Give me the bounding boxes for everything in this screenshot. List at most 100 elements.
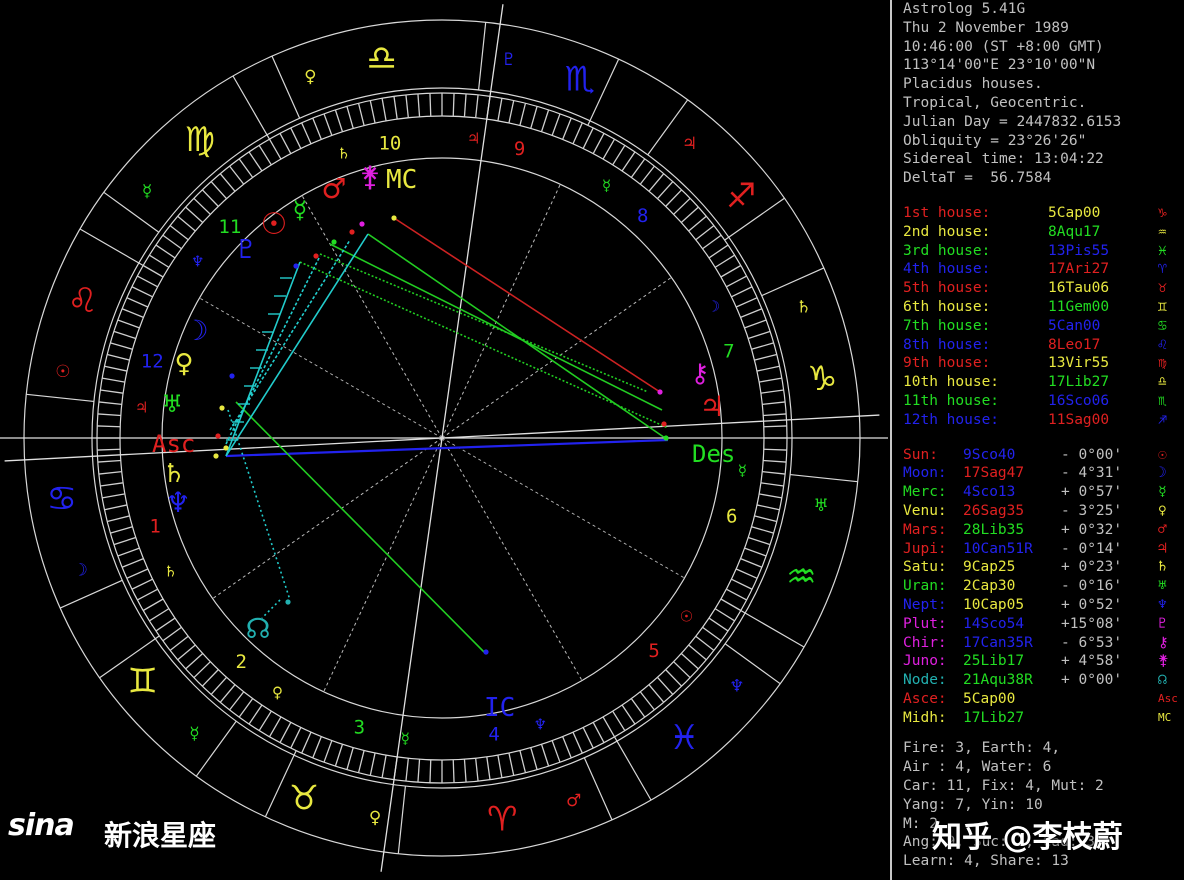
- degree-tick: [121, 308, 144, 318]
- planet-glyph-icon: ♅: [1158, 578, 1167, 595]
- planet-glyph-icon: ♂: [1158, 521, 1167, 538]
- degree-tick: [97, 459, 121, 463]
- house-row: 7th house: 5Can00 ♋: [903, 317, 1184, 336]
- planet-position: 10Cap05: [963, 596, 1025, 613]
- house-label: 4th house:: [903, 261, 991, 278]
- degree-tick: [142, 598, 164, 612]
- degree-tick: [162, 234, 182, 250]
- degree-tick: [121, 558, 144, 568]
- degree-tick: [744, 547, 767, 557]
- degree-tick: [357, 750, 365, 773]
- degree-tick: [323, 113, 333, 136]
- degree-tick: [126, 297, 149, 308]
- planet-row: Chir: 17Can35R - 6°53' ⚷: [903, 634, 1184, 653]
- planet-position-dot: [313, 253, 319, 259]
- degree-tick: [475, 758, 479, 782]
- degree-tick: [238, 698, 254, 718]
- house-number: 5: [648, 640, 659, 662]
- zodiac-sign-icon: ♌: [1158, 336, 1167, 353]
- degree-tick: [754, 515, 777, 523]
- ruler-planet-icon: ☉: [55, 362, 70, 382]
- degree-tick: [369, 752, 376, 776]
- degree-tick: [612, 710, 626, 731]
- degree-tick: [238, 158, 254, 178]
- degree-tick: [137, 588, 158, 601]
- planet-glyph-icon: ⚷: [1158, 634, 1169, 651]
- planet-position-dot: [293, 263, 299, 269]
- degree-tick: [540, 109, 550, 132]
- house-ruler-icon: ♃: [135, 398, 148, 416]
- degree-tick: [551, 740, 561, 763]
- house-row: 12th house: 11Sag00 ♐: [903, 411, 1184, 430]
- degree-tick: [102, 377, 126, 383]
- house-cusp-line: [199, 297, 443, 439]
- ruler-planet-icon: ♆: [729, 676, 744, 696]
- planet-position-dot: [483, 649, 489, 655]
- degree-tick: [702, 626, 722, 642]
- degree-tick: [592, 133, 605, 154]
- planet-glyph-icon: ☿: [1158, 484, 1167, 501]
- zodiac-sign-icon: ♒: [786, 557, 816, 597]
- degree-tick: [98, 401, 122, 405]
- house-row: 9th house: 13Vir55 ♍: [903, 354, 1184, 373]
- degree-tick: [740, 558, 763, 568]
- degree-tick: [639, 691, 655, 711]
- degree-tick: [751, 526, 774, 534]
- degree-tick: [702, 234, 722, 250]
- chart-planet-icon: ♇: [234, 235, 257, 265]
- ruler-planet-icon: ♅: [814, 496, 829, 516]
- chart-planet-icon: ♃: [699, 390, 724, 423]
- degree-tick: [429, 93, 432, 117]
- house-ruler-icon: ♄: [337, 144, 350, 162]
- house-number: 3: [354, 716, 365, 738]
- planet-position: 17Can35R: [963, 634, 1033, 651]
- planet-position-dot: [229, 373, 235, 379]
- degree-tick: [417, 93, 421, 117]
- house-cusp-outer: [613, 736, 652, 801]
- house-number: 10: [378, 133, 401, 155]
- planet-position-dot: [663, 435, 669, 441]
- degree-tick: [530, 747, 538, 770]
- degree-tick: [131, 578, 153, 590]
- planet-glyph-icon: ♇: [1158, 615, 1167, 632]
- degree-tick: [334, 109, 344, 132]
- degree-tick: [126, 568, 149, 579]
- degree-tick: [582, 127, 594, 149]
- degree-tick: [452, 759, 455, 783]
- planet-speed: + 0°32': [1061, 521, 1123, 538]
- planet-name: Venu:: [903, 502, 947, 519]
- house-label: 11th house:: [903, 392, 1000, 409]
- zodiac-sign-icon: ♈: [1158, 261, 1167, 278]
- planet-glyph-icon: ☉: [1158, 446, 1167, 463]
- planet-glyph-icon: ♀: [1158, 502, 1167, 519]
- header-line: Julian Day = 2447832.6153: [903, 113, 1122, 130]
- planet-name: Mars:: [903, 521, 947, 538]
- ruler-planet-icon: ☽: [73, 561, 88, 581]
- degree-tick: [486, 756, 491, 780]
- planet-row: Mars: 28Lib35 + 0°32' ♂: [903, 521, 1184, 540]
- angle-axis-line: [380, 437, 443, 872]
- degree-tick: [113, 536, 136, 546]
- degree-tick: [258, 145, 272, 166]
- sign-division: [761, 267, 825, 297]
- degree-tick: [731, 286, 753, 298]
- planet-speed: + 0°52': [1061, 596, 1123, 613]
- planet-name: Satu:: [903, 559, 947, 576]
- planet-row: Venu: 26Sag35 - 3°25' ♀: [903, 502, 1184, 521]
- degree-tick: [621, 704, 636, 725]
- house-number: 9: [514, 138, 525, 160]
- planet-position: 25Lib17: [963, 653, 1025, 670]
- house-ruler-icon: ♀: [272, 683, 283, 701]
- degree-tick: [740, 308, 763, 318]
- degree-tick: [714, 608, 735, 622]
- header-line: Astrolog 5.41G: [903, 1, 1026, 17]
- house-cusp-value: 17Lib27: [1048, 374, 1110, 391]
- house-cusp-value: 11Gem00: [1048, 298, 1110, 315]
- planet-row: Moon: 17Sag47 - 4°31' ☽: [903, 464, 1184, 483]
- summary-line: Air : 4, Water: 6: [903, 759, 1052, 776]
- chart-planet-icon: ⚷: [690, 359, 709, 389]
- house-number: 8: [637, 205, 648, 227]
- degree-tick: [562, 117, 572, 140]
- zodiac-sign-icon: ♋: [1158, 317, 1167, 334]
- planet-speed: - 6°53': [1061, 634, 1123, 651]
